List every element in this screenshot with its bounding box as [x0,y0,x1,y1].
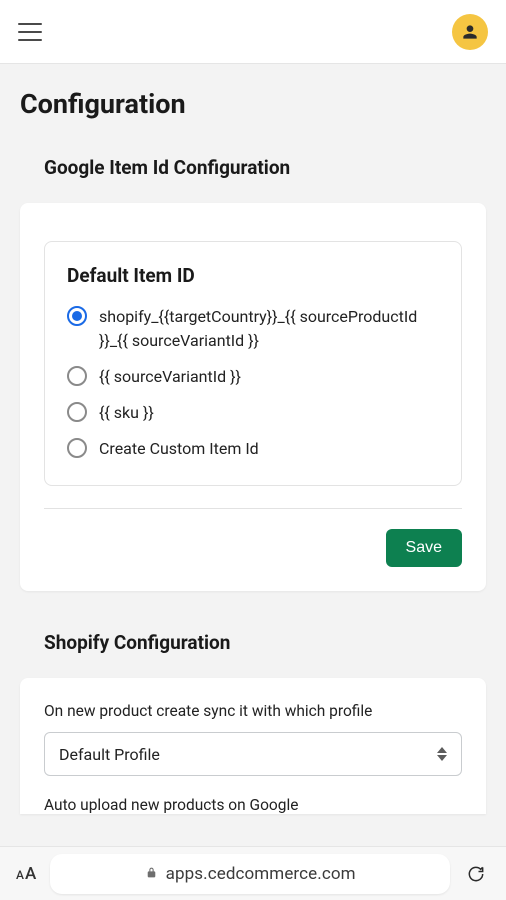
default-item-id-card: Default Item ID shopify_{{targetCountry}… [44,241,462,486]
chevron-updown-icon [437,747,447,761]
radio-label: shopify_{{targetCountry}}_{{ sourceProdu… [99,305,439,353]
section-title-shopify: Shopify Configuration [0,591,506,666]
radio-option-1[interactable]: {{ sourceVariantId }} [67,365,439,389]
field-label-profile: On new product create sync it with which… [44,702,462,720]
page-title: Configuration [0,64,506,138]
app-header [0,0,506,64]
card-heading: Default Item ID [67,264,439,287]
menu-icon[interactable] [18,23,42,41]
radio-option-2[interactable]: {{ sku }} [67,401,439,425]
radio-icon [67,438,87,458]
section-title-google: Google Item Id Configuration [0,138,506,191]
radio-label: {{ sourceVariantId }} [99,365,241,389]
save-row: Save [20,509,486,567]
text-size-large-icon: A [25,864,36,884]
text-size-small-icon: A [16,868,24,882]
radio-option-3[interactable]: Create Custom Item Id [67,437,439,461]
radio-icon [67,402,87,422]
page-body: Configuration Google Item Id Configurati… [0,64,506,846]
lock-icon [145,864,158,883]
refresh-icon [466,864,486,884]
field-label-autoupload: Auto upload new products on Google [44,796,462,814]
url-text: apps.cedcommerce.com [166,864,356,884]
radio-label: Create Custom Item Id [99,437,259,461]
shopify-config-card: On new product create sync it with which… [20,678,486,814]
browser-toolbar: A A apps.cedcommerce.com [0,846,506,900]
avatar[interactable] [452,14,488,50]
text-size-control[interactable]: A A [16,864,36,884]
refresh-button[interactable] [462,864,490,884]
select-value: Default Profile [59,745,160,764]
radio-icon [67,366,87,386]
radio-option-0[interactable]: shopify_{{targetCountry}}_{{ sourceProdu… [67,305,439,353]
radio-icon [67,306,87,326]
google-config-card: Default Item ID shopify_{{targetCountry}… [20,203,486,591]
address-bar[interactable]: apps.cedcommerce.com [50,854,450,894]
user-icon [460,22,480,42]
save-button[interactable]: Save [386,529,462,567]
profile-select[interactable]: Default Profile [44,732,462,776]
radio-label: {{ sku }} [99,401,154,425]
